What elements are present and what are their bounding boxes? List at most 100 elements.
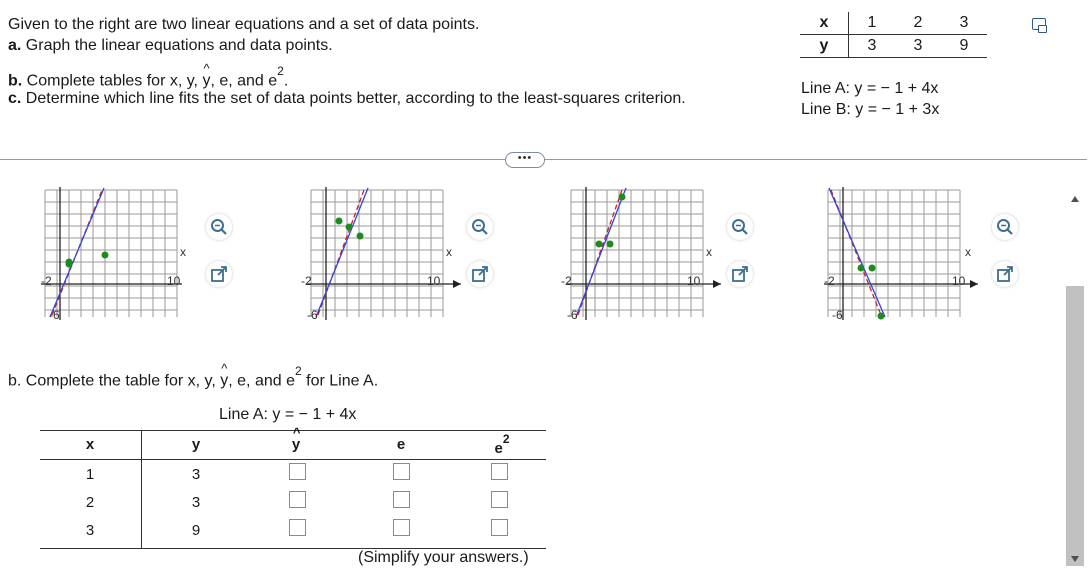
tick-right: 10 [952,274,966,288]
question-part-c: c. Determine which line fits the set of … [8,90,686,108]
row-1-y: 3 [191,466,201,483]
scroll-up-arrow-icon[interactable] [1071,196,1079,202]
part-a-text: Graph the linear equations and data poin… [25,37,333,54]
row-2-e2-input[interactable] [491,491,508,508]
row-2-e-input[interactable] [393,491,410,508]
part-a-label: a. [8,37,22,54]
tick-right: 10 [427,274,441,288]
x-axis-label: x [446,245,452,259]
more-options-button[interactable]: ••• [505,152,545,168]
table-column-separator [141,430,142,548]
row-2-x: 2 [85,494,95,511]
tick-left: -2 [41,274,52,288]
vertical-scrollbar[interactable] [1066,196,1084,572]
simplify-note: (Simplify your answers.) [358,549,529,566]
part-b-yhat: y [202,61,210,90]
graph-plot [41,187,182,320]
row-3-e2-input[interactable] [491,519,508,536]
expand-icon [997,266,1013,282]
magnifier-icon [472,219,488,235]
expand-button[interactable] [467,261,493,287]
header-e2-sup: 2 [502,432,510,446]
tick-left: -2 [561,274,572,288]
header-y: y [191,436,201,453]
magnifier-icon [211,219,227,235]
part-c-text: Determine which line fits the set of dat… [25,90,686,107]
given-y-value: 9 [941,34,987,58]
question-part-a: a. Graph the linear equations and data p… [8,37,333,55]
question-part-b: b. Complete tables for x, y, y, e, and e… [8,61,289,90]
expand-button[interactable] [206,261,232,287]
given-y-value: 3 [895,34,941,58]
given-y-value: 3 [848,34,895,58]
scroll-down-arrow-icon[interactable] [1071,556,1079,562]
magnifier-icon [732,219,748,235]
part-c-label: c. [8,90,22,107]
part-b-text-mid: , e, and e [210,72,278,90]
part-b-title-end: for Line A. [301,372,379,390]
graph-plot [567,187,721,320]
row-1-x: 1 [85,466,95,483]
given-data-table: x 1 2 3 y 3 3 9 [800,12,987,58]
header-x: x [85,436,95,453]
part-b-text-pre: Complete tables for x, y, [26,72,198,90]
row-3-y: 9 [191,522,201,539]
copy-table-icon[interactable] [1032,18,1047,33]
part-b-title-mid: , e, and e [228,372,295,390]
header-yhat-text: y [292,425,301,453]
part-b-title-pre: b. Complete the table for x, y, [8,372,216,390]
zoom-button[interactable] [467,214,493,240]
row-2-yhat-input[interactable] [289,491,306,508]
part-b-sup: 2 [277,64,284,78]
row-1-e-input[interactable] [393,463,410,480]
row-1-yhat-input[interactable] [289,463,306,480]
tick-right: 10 [167,274,181,288]
table-caption: Line A: y = − 1 + 4x [219,406,357,423]
row-3-yhat-input[interactable] [289,519,306,536]
tick-left: -2 [301,274,312,288]
expand-button[interactable] [727,261,753,287]
expand-icon [732,266,748,282]
graph-option-a[interactable]: -2 10 -6 x [40,185,240,325]
question-intro: Given to the right are two linear equati… [8,16,480,33]
tick-right: 10 [687,274,701,288]
given-x-value: 1 [848,12,895,35]
row-3-x: 3 [85,522,95,539]
x-axis-label: x [706,245,712,259]
tick-left: -2 [824,274,835,288]
tick-bottom: -6 [307,308,318,322]
expand-icon [472,266,488,282]
part-b-title-yhat: y [220,361,228,390]
zoom-button[interactable] [727,214,753,240]
part-b-title: b. Complete the table for x, y, y, e, an… [8,361,379,390]
header-yhat: y [286,425,306,453]
graph-option-c[interactable]: -2 10 -6 x [561,185,766,325]
x-axis-label: x [180,245,186,259]
row-1-e2-input[interactable] [491,463,508,480]
table-header-rule [40,459,546,460]
given-x-label: x [800,12,849,35]
header-e: e [396,436,406,453]
expand-icon [211,266,227,282]
tick-bottom: -6 [49,308,60,322]
row-3-e-input[interactable] [393,519,410,536]
part-b-text-end: . [283,72,289,90]
graph-plot [824,187,978,320]
given-y-label: y [800,34,849,58]
part-b-label: b. [8,72,23,90]
graph-option-d[interactable]: -2 10 -6 x [823,185,1023,325]
line-b-equation: Line B: y = − 1 + 3x [801,101,940,118]
header-e-squared: e2 [490,432,514,457]
header-e2-base: e [494,440,503,457]
graph-option-b[interactable]: -2 10 -6 x [301,185,506,325]
tick-bottom: -6 [832,308,843,322]
scroll-thumb[interactable] [1066,286,1084,566]
magnifier-icon [997,219,1013,235]
given-x-value: 2 [895,12,941,35]
graph-plot [307,187,461,320]
row-2-y: 3 [191,494,201,511]
zoom-button[interactable] [206,214,232,240]
zoom-button[interactable] [992,214,1018,240]
expand-button[interactable] [992,261,1018,287]
line-a-equation: Line A: y = − 1 + 4x [801,80,939,97]
